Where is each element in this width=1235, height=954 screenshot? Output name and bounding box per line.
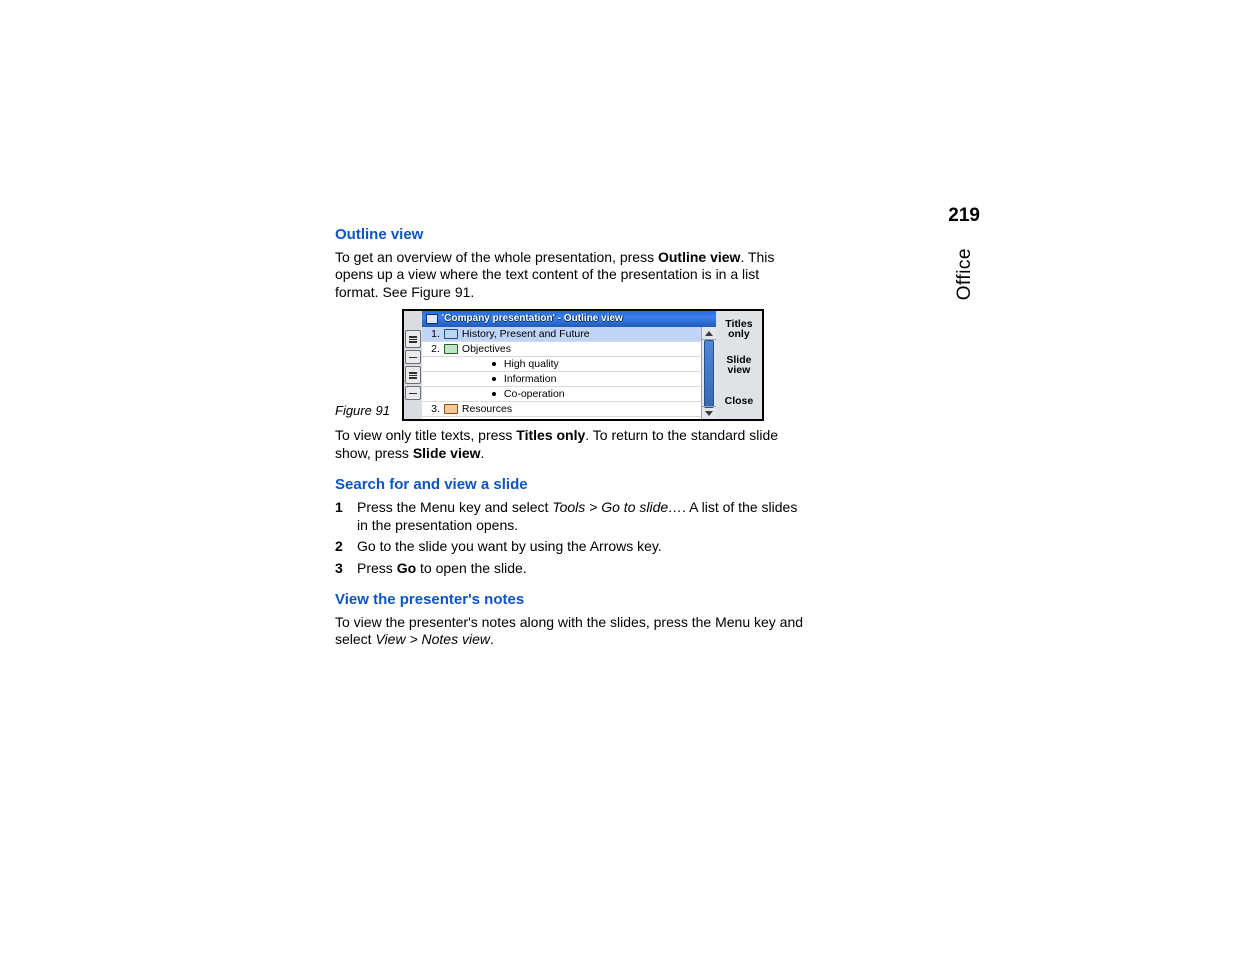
row-number: 3. xyxy=(426,403,440,416)
toolbar-icon xyxy=(405,330,421,348)
outline-subrow[interactable]: High quality xyxy=(422,356,701,371)
row-text: Co-operation xyxy=(504,388,565,401)
row-text: High quality xyxy=(504,358,559,371)
paragraph: To view the presenter's notes along with… xyxy=(335,614,805,649)
outline-row[interactable]: 4. Budget and Profits xyxy=(422,416,701,419)
step-number: 1 xyxy=(335,499,347,534)
section-label: Office xyxy=(954,248,976,300)
outline-subrow[interactable]: Co-operation xyxy=(422,386,701,401)
heading-search-slide: Search for and view a slide xyxy=(335,476,805,495)
text: Press xyxy=(357,560,397,576)
outline-subrow[interactable]: Information xyxy=(422,371,701,386)
step-text: Go to the slide you want by using the Ar… xyxy=(357,538,662,556)
softkey-slide-view[interactable]: Slide view xyxy=(716,347,762,383)
slide-icon xyxy=(444,329,458,339)
figure-screenshot: 'Company presentation' - Outline view 1.… xyxy=(402,309,764,421)
heading-outline-view: Outline view xyxy=(335,226,805,245)
text: To get an overview of the whole presenta… xyxy=(335,249,658,265)
row-number: 1. xyxy=(426,328,440,341)
row-text: History, Present and Future xyxy=(462,328,590,341)
main-content: Outline view To get an overview of the w… xyxy=(335,226,805,655)
bold-text: Go xyxy=(397,560,416,576)
device-left-buttons xyxy=(404,311,422,419)
slide-icon xyxy=(444,404,458,414)
italic-text: Tools > Go to slide… xyxy=(552,499,682,515)
step-item: 3 Press Go to open the slide. xyxy=(335,560,805,578)
paragraph: To get an overview of the whole presenta… xyxy=(335,249,805,302)
text: . xyxy=(490,631,494,647)
window-titlebar: 'Company presentation' - Outline view xyxy=(422,311,716,327)
row-text: Resources xyxy=(462,403,512,416)
step-item: 2 Go to the slide you want by using the … xyxy=(335,538,805,556)
scrollbar[interactable] xyxy=(701,327,716,419)
step-item: 1 Press the Menu key and select Tools > … xyxy=(335,499,805,534)
bullet-icon xyxy=(492,377,496,381)
window-title: 'Company presentation' - Outline view xyxy=(442,313,623,326)
bold-text: Titles only xyxy=(516,427,585,443)
text: Press the Menu key and select xyxy=(357,499,552,515)
scroll-down-icon[interactable] xyxy=(702,406,716,419)
toolbar-icon xyxy=(405,350,421,364)
page-number: 219 xyxy=(948,205,980,227)
outline-list: 1. History, Present and Future 2. Object… xyxy=(422,327,701,419)
outline-row[interactable]: 1. History, Present and Future xyxy=(422,327,701,341)
step-number: 3 xyxy=(335,560,347,578)
row-number: 2. xyxy=(426,343,440,356)
bullet-icon xyxy=(492,362,496,366)
softkey-panel: Titles only Slide view Close xyxy=(716,311,762,419)
text: to open the slide. xyxy=(416,560,527,576)
step-number: 2 xyxy=(335,538,347,556)
heading-presenter-notes: View the presenter's notes xyxy=(335,591,805,610)
text: To view only title texts, press xyxy=(335,427,516,443)
figure-caption: Figure 91 xyxy=(335,403,390,421)
outline-row[interactable]: 2. Objectives xyxy=(422,341,701,356)
row-text: Budget and Profits xyxy=(462,418,548,420)
softkey-close[interactable]: Close xyxy=(716,383,762,419)
step-text: Press Go to open the slide. xyxy=(357,560,527,578)
paragraph: To view only title texts, press Titles o… xyxy=(335,427,805,462)
step-list: 1 Press the Menu key and select Tools > … xyxy=(335,499,805,577)
text: . xyxy=(481,445,485,461)
row-text: Information xyxy=(504,373,557,386)
scroll-up-icon[interactable] xyxy=(702,327,716,340)
toolbar-icon xyxy=(405,366,421,384)
row-number: 4. xyxy=(426,418,440,420)
softkey-titles-only[interactable]: Titles only xyxy=(716,311,762,347)
bullet-icon xyxy=(492,392,496,396)
toolbar-icon xyxy=(405,386,421,400)
italic-text: View > Notes view xyxy=(375,631,490,647)
app-icon xyxy=(426,314,438,324)
scrollbar-thumb[interactable] xyxy=(704,340,714,408)
bold-text: Outline view xyxy=(658,249,740,265)
row-text: Objectives xyxy=(462,343,511,356)
bold-text: Slide view xyxy=(413,445,481,461)
outline-row[interactable]: 3. Resources xyxy=(422,401,701,416)
slide-icon xyxy=(444,344,458,354)
step-text: Press the Menu key and select Tools > Go… xyxy=(357,499,805,534)
